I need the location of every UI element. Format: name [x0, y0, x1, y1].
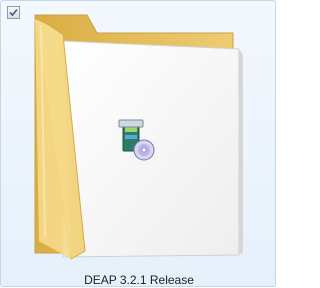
- folder-icon[interactable]: [1, 1, 277, 288]
- folder-tile-selected[interactable]: DEAP 3.2.1 Release: [0, 0, 276, 287]
- folder-name-label: DEAP 3.2.1 Release: [84, 273, 194, 287]
